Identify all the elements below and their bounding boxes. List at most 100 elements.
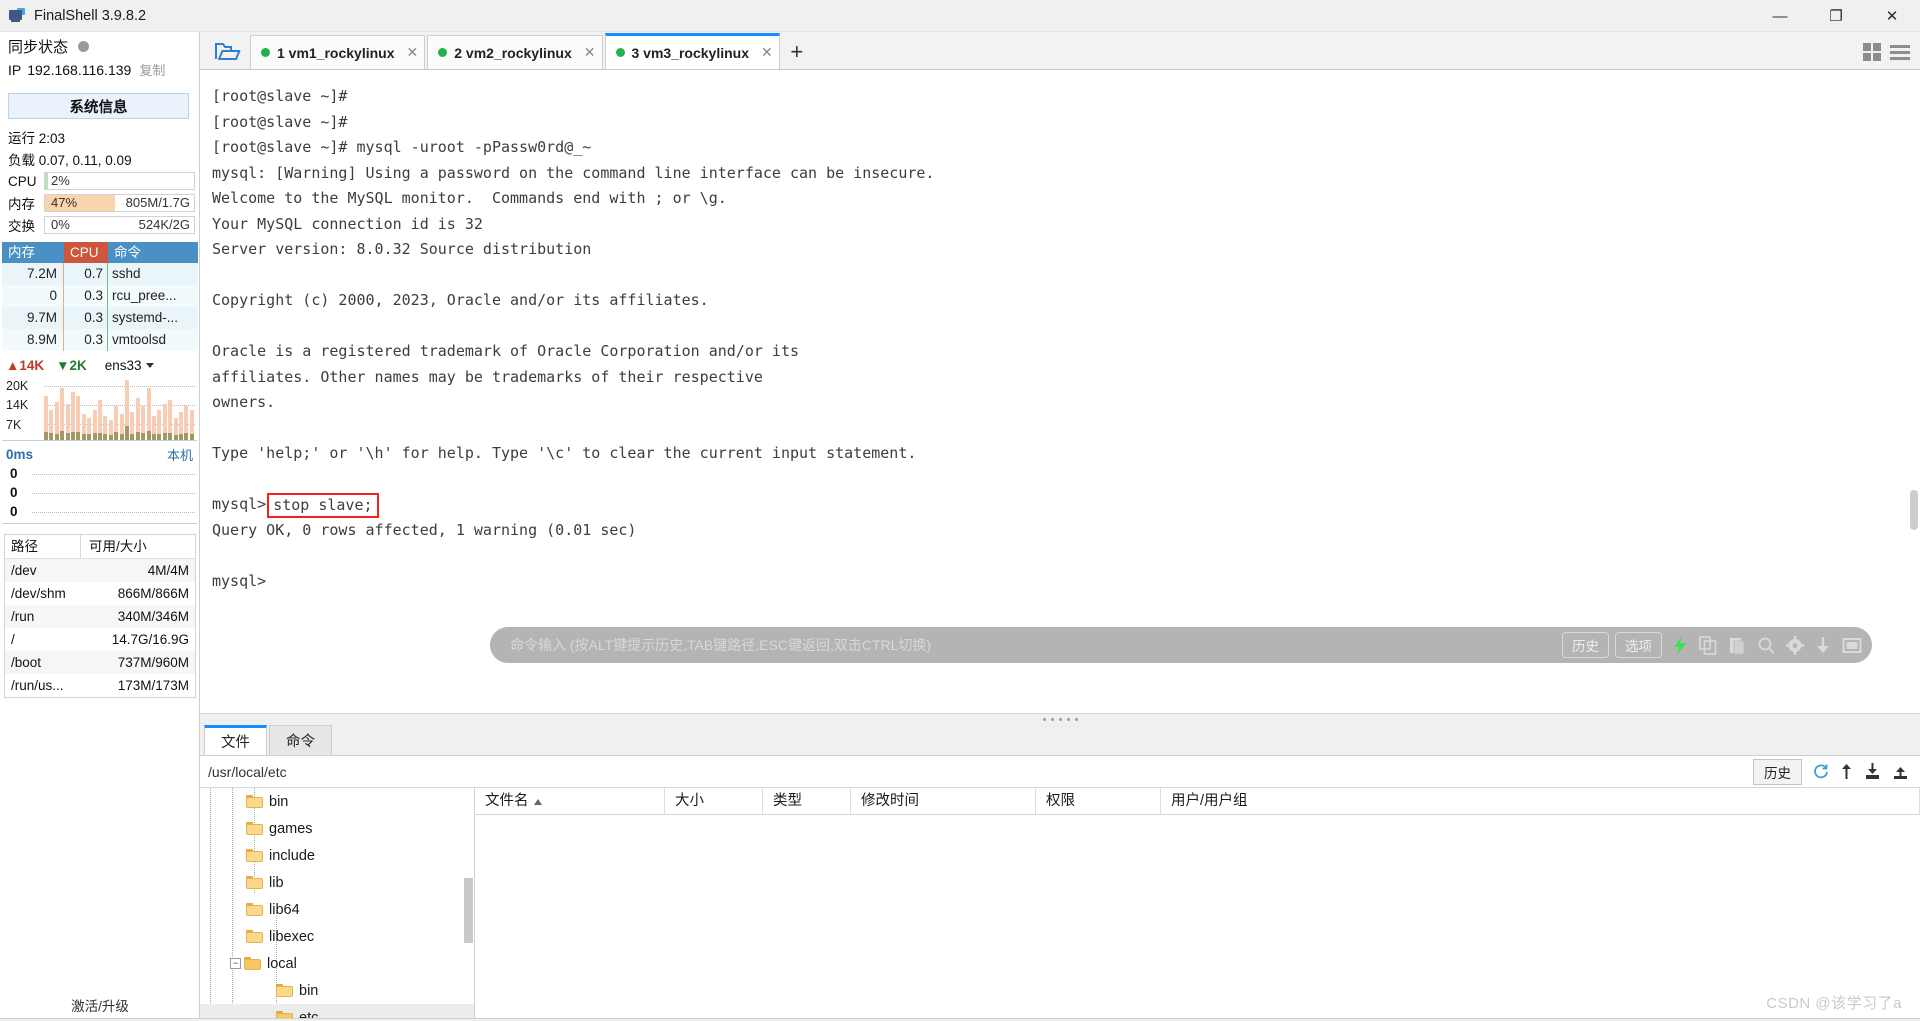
command-input-placeholder[interactable]: 命令输入 (按ALT键提示历史,TAB键路径,ESC键返回,双击CTRL切换) <box>510 635 1556 655</box>
column-filename[interactable]: 文件名 <box>475 788 665 814</box>
file-list-body[interactable] <box>475 815 1920 1021</box>
tree-item-games[interactable]: games <box>200 815 474 842</box>
table-row[interactable]: /dev/shm 866M/866M <box>5 582 195 605</box>
tab-commands[interactable]: 命令 <box>269 725 332 755</box>
collapse-icon[interactable]: − <box>230 958 241 969</box>
table-row[interactable]: 0 0.3 rcu_pree... <box>2 285 198 307</box>
panel-splitter[interactable] <box>200 714 1920 724</box>
tree-item-bin[interactable]: bin <box>200 788 474 815</box>
disk-size: 866M/866M <box>117 586 189 601</box>
sidebar: 同步状态 IP 192.168.116.139 复制 系统信息 运行 2:03 … <box>0 32 200 1021</box>
process-col-mem[interactable]: 内存 <box>2 242 64 263</box>
current-path[interactable]: /usr/local/etc <box>208 764 1753 780</box>
copy-icon[interactable] <box>1699 635 1717 655</box>
terminal-line: Welcome to the MySQL monitor. Commands e… <box>212 189 727 207</box>
arrow-down-icon: ▼ <box>56 357 70 373</box>
refresh-icon[interactable] <box>1812 763 1829 780</box>
copy-ip-button[interactable]: 复制 <box>139 60 165 79</box>
table-row[interactable]: 7.2M 0.7 sshd <box>2 263 198 285</box>
status-dot-icon <box>438 48 448 57</box>
swap-meter-row: 交换 0% 524K/2G <box>0 214 199 236</box>
tree-item-local[interactable]: − local <box>200 950 474 977</box>
tab-close-icon[interactable]: ✕ <box>584 44 596 61</box>
list-view-icon[interactable] <box>1890 44 1910 60</box>
search-icon[interactable] <box>1757 636 1775 655</box>
process-cmd: rcu_pree... <box>112 288 177 303</box>
disk-col-path[interactable]: 路径 <box>5 535 81 558</box>
table-row[interactable]: 9.7M 0.3 systemd-... <box>2 307 198 329</box>
network-bar <box>168 400 173 440</box>
tree-item-local-bin[interactable]: bin <box>200 977 474 1004</box>
new-tab-button[interactable]: + <box>782 35 812 69</box>
network-bar <box>173 418 178 440</box>
table-row[interactable]: /boot 737M/960M <box>5 651 195 674</box>
tab-vm3-rockylinux[interactable]: 3 vm3_rockylinux ✕ <box>604 33 780 69</box>
tree-item-include[interactable]: include <box>200 842 474 869</box>
table-row[interactable]: 8.9M 0.3 vmtoolsd <box>2 329 198 351</box>
tab-label: 1 vm1_rockylinux <box>277 44 395 61</box>
network-bar <box>71 392 75 440</box>
command-input-bar[interactable]: 命令输入 (按ALT键提示历史,TAB键路径,ESC键返回,双击CTRL切换) … <box>490 627 1872 663</box>
process-col-cmd[interactable]: 命令 <box>108 242 198 263</box>
tab-close-icon[interactable]: ✕ <box>407 44 419 61</box>
file-path-bar: /usr/local/etc 历史 <box>200 756 1920 788</box>
process-cmd: sshd <box>112 266 141 281</box>
network-bar <box>179 412 183 440</box>
paste-icon[interactable] <box>1728 636 1746 655</box>
tree-item-lib[interactable]: lib <box>200 869 474 896</box>
ip-row: IP 192.168.116.139 复制 <box>0 60 199 86</box>
process-col-cpu[interactable]: CPU <box>64 242 108 263</box>
table-row[interactable]: /run 340M/346M <box>5 605 195 628</box>
gear-icon[interactable] <box>1786 635 1804 655</box>
table-row[interactable]: /dev 4M/4M <box>5 559 195 582</box>
network-bar <box>92 410 97 440</box>
path-history-button[interactable]: 历史 <box>1753 758 1802 785</box>
column-owner-group[interactable]: 用户/用户组 <box>1161 788 1920 814</box>
table-row[interactable]: / 14.7G/16.9G <box>5 628 195 651</box>
disk-col-size[interactable]: 可用/大小 <box>81 535 195 558</box>
disk-path: /dev/shm <box>11 586 66 601</box>
open-folder-icon[interactable] <box>206 33 250 69</box>
terminal-output[interactable]: [root@slave ~]# [root@slave ~]# [root@sl… <box>200 70 1920 714</box>
column-permissions[interactable]: 权限 <box>1036 788 1161 814</box>
terminal-scrollbar[interactable] <box>1910 490 1918 530</box>
download-file-icon[interactable] <box>1864 763 1881 780</box>
download-icon[interactable] <box>1815 636 1831 655</box>
process-cpu: 0.3 <box>64 285 108 307</box>
tree-item-lib64[interactable]: lib64 <box>200 896 474 923</box>
tree-item-libexec[interactable]: libexec <box>200 923 474 950</box>
column-type[interactable]: 类型 <box>763 788 851 814</box>
tab-vm2-rockylinux[interactable]: 2 vm2_rockylinux ✕ <box>427 35 603 69</box>
window-icon[interactable] <box>1842 636 1862 655</box>
command-options-button[interactable]: 选项 <box>1615 632 1662 658</box>
tab-vm1-rockylinux[interactable]: 1 vm1_rockylinux ✕ <box>250 35 426 69</box>
network-y-tick-0: 20K <box>6 379 29 393</box>
tree-item-label: include <box>269 847 315 864</box>
tab-files[interactable]: 文件 <box>204 725 267 755</box>
close-button[interactable]: ✕ <box>1864 0 1920 32</box>
upload-file-icon[interactable] <box>1892 763 1909 780</box>
column-modified[interactable]: 修改时间 <box>851 788 1036 814</box>
system-info-button[interactable]: 系统信息 <box>8 93 189 119</box>
maximize-button[interactable]: ❐ <box>1808 0 1864 32</box>
disk-path: /boot <box>11 655 42 670</box>
tree-scrollbar[interactable] <box>464 878 473 943</box>
activate-upgrade-link[interactable]: 激活/升级 <box>0 995 200 1015</box>
network-bar <box>184 406 189 440</box>
bolt-icon[interactable] <box>1673 635 1688 655</box>
command-history-button[interactable]: 历史 <box>1562 632 1609 658</box>
minimize-button[interactable]: — <box>1752 0 1808 32</box>
latency-header: 0ms 本机 <box>0 441 199 464</box>
network-interface-select[interactable]: ens33 <box>105 358 154 373</box>
table-row[interactable]: /run/us... 173M/173M <box>5 674 195 697</box>
upload-icon[interactable] <box>1840 763 1853 780</box>
folder-icon <box>276 984 293 997</box>
column-size[interactable]: 大小 <box>665 788 763 814</box>
grid-view-icon[interactable] <box>1863 43 1881 61</box>
network-bar <box>114 406 119 440</box>
process-mem: 0 <box>2 285 64 307</box>
network-stats-row: ▲ 14K ▼ 2K ens33 <box>0 351 199 375</box>
tab-close-icon[interactable]: ✕ <box>761 44 773 61</box>
directory-tree[interactable]: bin games include lib lib64 libexec − lo… <box>200 788 475 1021</box>
memory-meter-label: 内存 <box>8 197 35 212</box>
